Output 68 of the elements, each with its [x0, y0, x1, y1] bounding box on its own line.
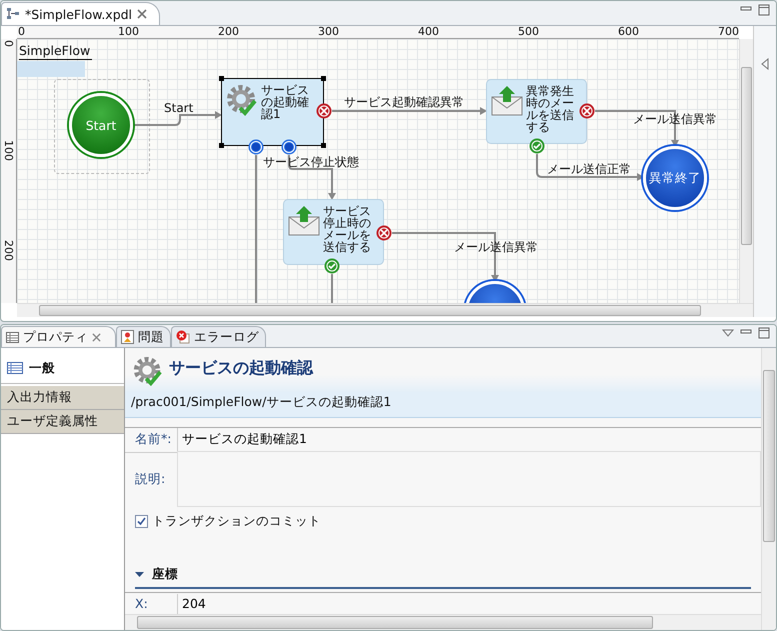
panel-tab[interactable]: エラーログ	[171, 326, 266, 347]
maximize-icon[interactable]	[758, 327, 770, 339]
ruler-label: 500	[518, 25, 539, 38]
element-path: /prac001/SimpleFlow/サービスの起動確認1	[125, 392, 761, 418]
panel-tab[interactable]: 問題	[116, 326, 171, 347]
error-log-icon	[176, 330, 190, 344]
checkbox-label: トランザクションのコミット	[152, 513, 321, 530]
ruler-label: 200	[218, 25, 239, 38]
mail-upload-icon	[491, 85, 523, 117]
expand-palette-icon[interactable]	[761, 58, 769, 70]
table-icon	[6, 332, 19, 342]
connector-arrow[interactable]	[133, 111, 222, 126]
close-icon[interactable]	[137, 9, 148, 19]
collapse-icon	[135, 571, 144, 578]
ruler-label: 400	[418, 25, 439, 38]
close-icon[interactable]	[92, 332, 101, 342]
port-icon[interactable]	[281, 139, 297, 155]
vertical-scrollbar[interactable]	[739, 39, 753, 303]
connector-label: Start	[164, 101, 194, 115]
vertical-scrollbar[interactable]	[761, 348, 776, 630]
end-event[interactable]: 異常終了	[643, 146, 707, 210]
panel-tab[interactable]: プロパティ	[1, 326, 116, 347]
commit-checkbox[interactable]	[135, 515, 148, 528]
ruler-label: 100	[118, 25, 139, 38]
ruler-label: 300	[318, 25, 339, 38]
problem-icon	[121, 330, 134, 344]
properties-title: サービスの起動確認	[169, 357, 313, 379]
connector-label: メール送信正常	[547, 162, 631, 176]
horizontal-scrollbar[interactable]	[125, 614, 761, 630]
field-label: 説明:	[135, 470, 166, 488]
ruler-label: 100	[2, 140, 14, 161]
pool-bar	[17, 61, 85, 77]
description-field[interactable]	[177, 451, 761, 508]
check-icon[interactable]	[324, 258, 340, 274]
connector-arrow[interactable]	[536, 154, 644, 181]
view-menu-icon[interactable]	[722, 329, 734, 337]
connector-label: サービス停止状態	[263, 155, 359, 169]
table-icon	[7, 362, 23, 374]
sidebar-tab[interactable]: ユーザ定義属性	[1, 410, 124, 434]
start-event[interactable]: Start	[69, 93, 133, 157]
ruler-label: 200	[2, 240, 14, 261]
port-icon[interactable]	[248, 139, 264, 155]
connector-label: メール送信異常	[454, 240, 538, 254]
ruler-label: 0	[2, 40, 14, 47]
editor-tab[interactable]: *SimpleFlow.xpdl	[1, 2, 160, 25]
pool-label: SimpleFlow	[19, 43, 92, 60]
ruler-label: 700	[718, 25, 739, 38]
task-node[interactable]: 異常発生時のメールを送信する	[486, 79, 587, 144]
task-node[interactable]: サービス停止時のメールを送信する	[283, 199, 384, 265]
maximize-icon[interactable]	[758, 4, 770, 16]
mail-upload-icon	[288, 205, 320, 237]
sidebar-tab[interactable]: 入出力情報	[1, 386, 124, 410]
connector-arrow[interactable]	[288, 155, 336, 200]
flow-icon	[6, 7, 20, 21]
horizontal-scrollbar[interactable]	[17, 303, 753, 317]
field-label: X:	[135, 596, 149, 612]
connector-label: メール送信異常	[633, 112, 717, 126]
task-node[interactable]: サービスの起動確認1	[221, 78, 324, 146]
ruler-label: 0	[18, 25, 25, 38]
error-icon[interactable]	[376, 225, 392, 241]
field-label: 名前*:	[135, 431, 172, 448]
check-icon[interactable]	[529, 138, 545, 154]
error-icon[interactable]	[316, 103, 332, 119]
connector-label: サービス起動確認異常	[344, 95, 464, 109]
connector-line	[331, 274, 333, 303]
ruler-label: 600	[618, 25, 639, 38]
error-icon[interactable]	[579, 103, 595, 119]
section-header[interactable]: 座標	[135, 566, 751, 590]
